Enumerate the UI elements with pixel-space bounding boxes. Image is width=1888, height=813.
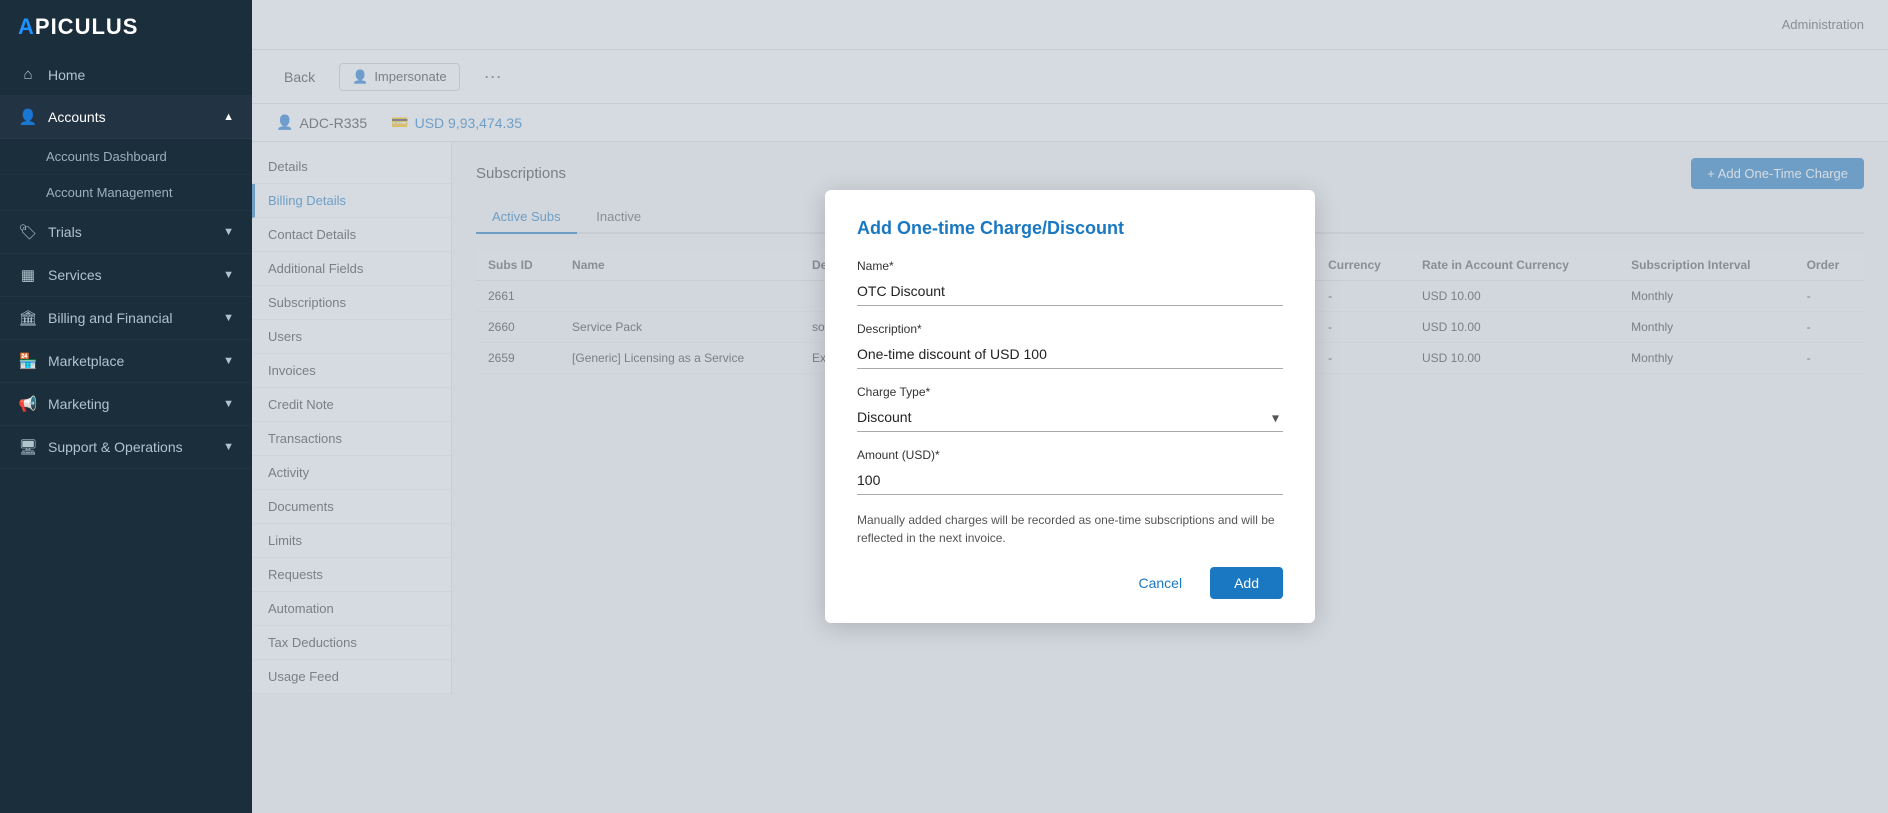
sidebar-item-label: Home [48, 67, 85, 83]
accounts-arrow: ▲ [223, 111, 234, 123]
modal-actions: Cancel Add [857, 567, 1283, 599]
charge-type-select[interactable]: Charge Discount [857, 403, 1283, 432]
marketplace-arrow: ▼ [223, 355, 234, 367]
accounts-icon: 👤 [18, 108, 38, 126]
sidebar-item-home[interactable]: ⌂ Home [0, 54, 252, 96]
charge-type-field-group: Charge Type* Charge Discount ▾ [857, 385, 1283, 432]
sidebar-item-services[interactable]: ▦ Services ▼ [0, 254, 252, 297]
sidebar-item-support[interactable]: 🖥 Support & Operations ▼ [0, 426, 252, 469]
services-arrow: ▼ [223, 269, 234, 281]
sidebar-item-billing[interactable]: 🏛 Billing and Financial ▼ [0, 297, 252, 340]
amount-field-group: Amount (USD)* [857, 448, 1283, 495]
charge-type-select-wrapper: Charge Discount ▾ [857, 403, 1283, 432]
name-label: Name* [857, 259, 1283, 273]
services-icon: ▦ [18, 266, 38, 284]
sidebar-item-account-management[interactable]: Account Management [0, 175, 252, 211]
billing-arrow: ▼ [223, 312, 234, 324]
sidebar-item-label: Billing and Financial [48, 310, 173, 326]
accounts-section: 👤 Accounts ▲ Accounts Dashboard Account … [0, 96, 252, 211]
trials-arrow: ▼ [223, 226, 234, 238]
description-input[interactable] [857, 340, 1283, 369]
name-input[interactable] [857, 277, 1283, 306]
sidebar-item-label: Accounts [48, 109, 106, 125]
support-arrow: ▼ [223, 441, 234, 453]
amount-label: Amount (USD)* [857, 448, 1283, 462]
support-icon: 🖥 [18, 438, 38, 456]
sidebar-item-label: Marketplace [48, 353, 124, 369]
marketplace-icon: 🏪 [18, 352, 38, 370]
home-icon: ⌂ [18, 66, 38, 83]
amount-input[interactable] [857, 466, 1283, 495]
sidebar-item-marketplace[interactable]: 🏪 Marketplace ▼ [0, 340, 252, 383]
modal-title: Add One-time Charge/Discount [857, 218, 1283, 239]
charge-type-label: Charge Type* [857, 385, 1283, 399]
sidebar-item-trials[interactable]: 🏷 Trials ▼ [0, 211, 252, 254]
trials-icon: 🏷 [18, 223, 38, 241]
sidebar: APICULUS ⌂ Home 👤 Accounts ▲ Accounts Da… [0, 0, 252, 813]
billing-icon: 🏛 [18, 309, 38, 327]
sidebar-item-marketing[interactable]: 📢 Marketing ▼ [0, 383, 252, 426]
cancel-button[interactable]: Cancel [1122, 567, 1198, 599]
add-button[interactable]: Add [1210, 567, 1283, 599]
main-content: Administration Back 👤 Impersonate ··· 👤 … [252, 0, 1888, 813]
sidebar-item-label: Services [48, 267, 102, 283]
name-field-group: Name* [857, 259, 1283, 306]
marketing-icon: 📢 [18, 395, 38, 413]
sidebar-item-label: Trials [48, 224, 82, 240]
modal-note: Manually added charges will be recorded … [857, 511, 1283, 547]
logo-prefix: A [18, 14, 35, 39]
logo: APICULUS [0, 0, 252, 54]
sidebar-item-label: Support & Operations [48, 439, 183, 455]
sidebar-item-accounts[interactable]: 👤 Accounts ▲ [0, 96, 252, 139]
description-label: Description* [857, 322, 1283, 336]
logo-name: PICULUS [35, 14, 139, 39]
sidebar-item-accounts-dashboard[interactable]: Accounts Dashboard [0, 139, 252, 175]
marketing-arrow: ▼ [223, 398, 234, 410]
description-field-group: Description* [857, 322, 1283, 369]
modal: Add One-time Charge/Discount Name* Descr… [825, 190, 1315, 623]
sidebar-item-label: Marketing [48, 396, 109, 412]
modal-overlay: Add One-time Charge/Discount Name* Descr… [252, 0, 1888, 813]
